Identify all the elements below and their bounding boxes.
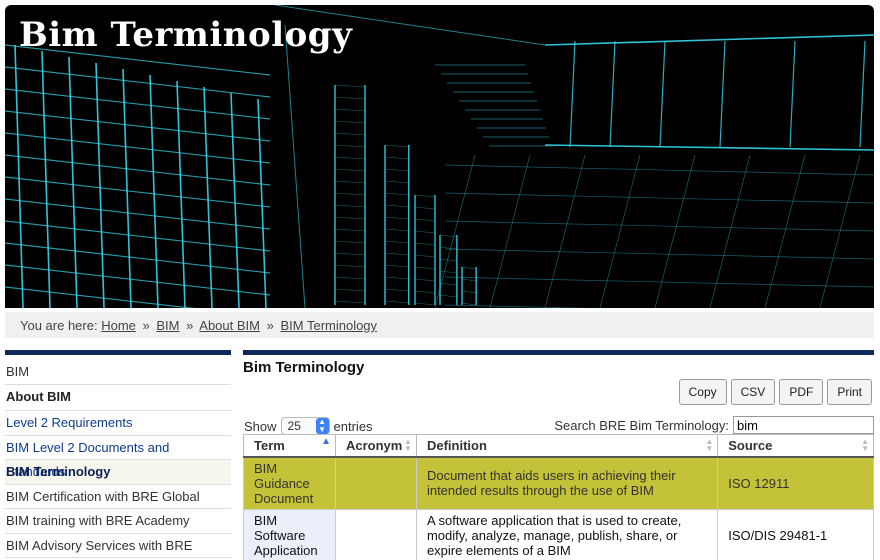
column-header-source[interactable]: Source ▲ ▼ — [717, 434, 874, 458]
terminology-table: Term ▲ Acronym ▲ ▼ Definition ▲ ▼ Source ▲ ▼ BI… — [243, 434, 874, 560]
sidebar-item-bim-terminology[interactable]: BIM Terminology — [5, 460, 231, 485]
column-header-definition-label: Definition — [426, 437, 487, 453]
cell-source: ISO/DIS 29481-1 — [717, 509, 874, 560]
breadcrumb-about-bim-link[interactable]: About BIM — [199, 318, 260, 333]
sort-icon: ▲ ▼ — [705, 437, 714, 453]
sidebar-item-bim-advisory[interactable]: BIM Advisory Services with BRE — [5, 534, 231, 558]
column-header-source-label: Source — [728, 437, 773, 453]
print-button[interactable]: Print — [827, 379, 872, 405]
sidebar-heading-bim[interactable]: BIM — [5, 355, 231, 385]
column-header-acronym[interactable]: Acronym ▲ ▼ — [334, 434, 417, 458]
cell-definition: Document that aids users in achieving th… — [415, 456, 719, 510]
breadcrumb-separator: » — [266, 318, 274, 333]
page-banner-title: Bim Terminology — [19, 15, 353, 55]
sidebar-item-about-bim[interactable]: About BIM — [5, 385, 231, 411]
csv-button[interactable]: CSV — [730, 379, 776, 405]
column-header-definition[interactable]: Definition ▲ ▼ — [415, 434, 719, 458]
cell-acronym — [334, 456, 417, 510]
breadcrumb-home-link[interactable]: Home — [101, 318, 136, 333]
entries-value: 25 — [287, 419, 301, 433]
copy-button[interactable]: Copy — [678, 379, 727, 405]
column-header-term[interactable]: Term ▲ — [243, 434, 336, 458]
breadcrumb-prefix: You are here: — [20, 318, 98, 333]
main-content: Bim Terminology Copy CSV PDF Print Show … — [243, 350, 874, 560]
sort-icon: ▲ ▼ — [861, 437, 869, 453]
column-header-acronym-label: Acronym — [345, 437, 403, 453]
search-control: Search BRE Bim Terminology: — [554, 416, 874, 434]
entries-label: entries — [333, 418, 373, 434]
table-row[interactable]: BIM Software Application A software appl… — [243, 509, 874, 560]
table-row[interactable]: BIM Guidance Document Document that aids… — [243, 456, 874, 510]
cell-term: BIM Software Application — [243, 509, 336, 560]
entries-select[interactable]: 25 ▲ ▼ — [280, 417, 330, 435]
entries-control: Show 25 ▲ ▼ entries — [244, 417, 373, 435]
cell-source: ISO 12911 — [717, 456, 874, 510]
breadcrumb-separator: » — [186, 318, 194, 333]
select-arrows-icon: ▲ ▼ — [315, 418, 329, 434]
breadcrumb-bim-terminology-link[interactable]: BIM Terminology — [280, 318, 377, 333]
search-label: Search BRE Bim Terminology: — [554, 417, 729, 433]
sidebar-item-level-2-documents[interactable]: BIM Level 2 Documents and Standards — [5, 436, 231, 479]
sidebar-nav: BIM About BIM Level 2 Requirements BIM L… — [5, 350, 231, 558]
cell-term: BIM Guidance Document — [243, 456, 336, 510]
cell-acronym — [334, 509, 417, 560]
main-top-rule — [243, 350, 874, 355]
sort-icon: ▲ ▼ — [404, 437, 412, 453]
section-title: Bim Terminology — [243, 359, 365, 376]
sort-ascending-icon: ▲ — [321, 436, 331, 447]
show-label: Show — [244, 418, 277, 434]
export-buttons: Copy CSV PDF Print — [678, 379, 872, 405]
pdf-button[interactable]: PDF — [779, 379, 824, 405]
column-header-term-label: Term — [254, 437, 285, 453]
header-banner: Bim Terminology — [5, 5, 874, 308]
breadcrumb-separator: » — [142, 318, 150, 333]
sidebar-item-bim-training[interactable]: BIM training with BRE Academy — [5, 509, 231, 534]
sidebar-item-bim-certification[interactable]: BIM Certification with BRE Global — [5, 485, 231, 509]
search-input[interactable] — [733, 416, 874, 434]
breadcrumb-bim-link[interactable]: BIM — [156, 318, 179, 333]
sidebar-item-level-2-requirements[interactable]: Level 2 Requirements — [5, 411, 231, 436]
cell-definition: A software application that is used to c… — [415, 509, 719, 560]
breadcrumb: You are here: Home » BIM » About BIM » B… — [5, 312, 874, 338]
